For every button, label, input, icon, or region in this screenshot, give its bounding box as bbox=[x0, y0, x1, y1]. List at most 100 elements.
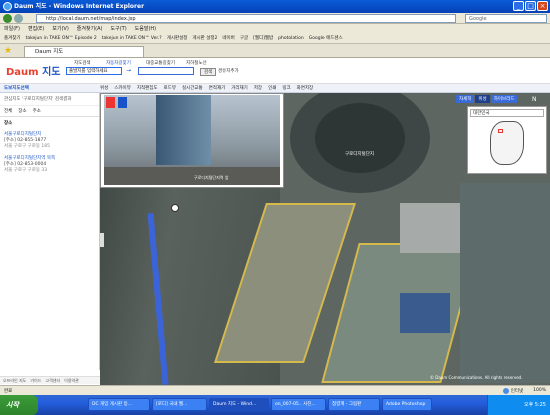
clock[interactable]: 오후 5:25 bbox=[524, 402, 546, 408]
map-tool[interactable]: 인쇄 bbox=[268, 85, 276, 91]
status-zone: 인터넷 bbox=[510, 388, 524, 394]
task-button[interactable]: [로디] 국내 웹... bbox=[152, 398, 207, 411]
skyview-icon[interactable] bbox=[118, 97, 127, 108]
task-button[interactable]: on_007-05.. 사진... bbox=[271, 398, 326, 411]
origin-input[interactable]: 출발지를 입력하세요 bbox=[66, 67, 122, 75]
url-field[interactable]: http://local.daum.net/map/index.jsp bbox=[36, 14, 456, 23]
favorites-star-icon[interactable]: ★ bbox=[4, 46, 12, 56]
fav-item[interactable]: 게시판 설정2 bbox=[192, 35, 217, 41]
street-view-photo[interactable]: 구로디지털단지역 앞 bbox=[104, 95, 280, 185]
zoom-level[interactable]: 100% bbox=[533, 388, 546, 393]
place-label[interactable]: 구로디지털단지 bbox=[345, 151, 374, 157]
task-button[interactable]: 점령계 - 그림판 bbox=[328, 398, 380, 411]
footer-link[interactable]: 이용약관 bbox=[64, 378, 79, 384]
maximize-button[interactable]: □ bbox=[525, 1, 536, 11]
map-type-hybrid[interactable]: 하이브리드 bbox=[490, 95, 518, 103]
section-heading: 장소 bbox=[0, 116, 99, 129]
minimap[interactable]: 대한민국 bbox=[467, 106, 547, 174]
minimize-button[interactable]: _ bbox=[513, 1, 524, 11]
fav-item[interactable]: Google 애드센스 bbox=[309, 35, 343, 41]
daum-logo[interactable]: Daum 지도 bbox=[6, 63, 60, 78]
task-button[interactable]: Daum 지도 - Wind... bbox=[209, 398, 269, 411]
map-tool[interactable]: 실시간교통 bbox=[182, 85, 203, 91]
footer-link[interactable]: 오프라인 지도 bbox=[3, 378, 26, 384]
list-item[interactable]: 서울구로디지털단지 [주소] 02-855-1877 서울 구로구 구로동 18… bbox=[0, 129, 99, 151]
fav-item[interactable]: 게시판설정 bbox=[167, 35, 188, 41]
fav-item[interactable]: 구글 bbox=[240, 35, 248, 41]
fav-item[interactable]: takejun in TAKE ON™ Ver.? bbox=[102, 36, 162, 41]
search-button[interactable]: 검색 bbox=[200, 68, 217, 76]
forward-icon[interactable] bbox=[14, 14, 23, 23]
roadview-icon[interactable] bbox=[106, 97, 115, 108]
footer-link[interactable]: 고객센터 bbox=[45, 378, 60, 384]
filter-place[interactable]: 장소 bbox=[18, 108, 26, 114]
map-type-detail[interactable]: 자세히 bbox=[456, 95, 475, 103]
window-title: Daum 지도 - Windows Internet Explorer bbox=[14, 3, 145, 10]
menu-file[interactable]: 파일(F) bbox=[4, 25, 20, 32]
browser-search-input[interactable]: Google bbox=[465, 14, 547, 23]
building-roof bbox=[315, 103, 405, 173]
map-tool[interactable]: 저장 bbox=[254, 85, 262, 91]
menu-help[interactable]: 도움말(H) bbox=[135, 25, 156, 32]
status-text: 완료 bbox=[4, 388, 13, 394]
korea-map-shape bbox=[490, 121, 524, 165]
tab-daum-map[interactable]: Daum 지도 bbox=[24, 46, 144, 57]
minimap-viewport bbox=[498, 129, 503, 133]
map-copyright: © Daum Communications. All rights reserv… bbox=[430, 375, 523, 380]
filter-all[interactable]: 전체 bbox=[4, 108, 12, 114]
tower-building bbox=[156, 95, 211, 165]
menu-edit[interactable]: 편집(E) bbox=[28, 25, 44, 32]
list-item[interactable]: 서울구로디지털단지역 북쪽 [주소] 02-853-0004 서울 구로구 구로… bbox=[0, 153, 99, 175]
tab-map-search[interactable]: 지도검색 bbox=[74, 60, 91, 66]
globe-icon bbox=[502, 387, 509, 394]
window-titlebar: Daum 지도 - Windows Internet Explorer bbox=[0, 0, 550, 13]
destination-input[interactable] bbox=[138, 67, 194, 75]
map-tool[interactable]: 거리재기 bbox=[231, 85, 248, 91]
logo-map: 지도 bbox=[42, 67, 61, 78]
map-tool[interactable]: 지적편집도 bbox=[137, 85, 158, 91]
street-view-pin[interactable] bbox=[171, 204, 179, 212]
map-tool[interactable]: 면적재기 bbox=[209, 85, 226, 91]
street-view-label: 구로디지털단지역 앞 bbox=[194, 175, 229, 180]
tab-subway[interactable]: 지하철노선 bbox=[186, 60, 207, 66]
back-icon[interactable] bbox=[3, 14, 12, 23]
start-button[interactable]: 시작 bbox=[0, 395, 38, 415]
result-sub: 서울 구로구 구로동 33 bbox=[4, 168, 48, 173]
menu-bar: 파일(F) 편집(E) 보기(V) 즐겨찾기(A) 도구(T) 도움말(H) bbox=[0, 24, 550, 33]
favorites-bar: 즐겨찾기 takejun in TAKE ON™ Episode 2 takej… bbox=[0, 33, 550, 44]
arrow-icon: → bbox=[126, 67, 132, 74]
fav-item[interactable]: [웹디]웹밥 bbox=[253, 35, 273, 41]
menu-tools[interactable]: 도구(T) bbox=[111, 25, 127, 32]
ie-icon bbox=[3, 2, 12, 11]
map-tool[interactable]: 링크 bbox=[282, 85, 290, 91]
system-tray: 오후 5:25 bbox=[487, 395, 550, 415]
map-tool[interactable]: 화면저장 bbox=[297, 85, 314, 91]
map-tool[interactable]: 위성 bbox=[100, 85, 108, 91]
road-surface bbox=[104, 167, 280, 185]
fav-item[interactable]: takejun in TAKE ON™ Episode 2 bbox=[26, 36, 97, 41]
sidebar-footer: 오프라인 지도 가이드 고객센터 이용약관 bbox=[0, 376, 100, 384]
filter-address[interactable]: 주소 bbox=[33, 108, 41, 114]
taskbar-items: DC 게임 게시판 등... [로디] 국내 웹... Daum 지도 - Wi… bbox=[88, 398, 432, 411]
minimap-select[interactable]: 대한민국 bbox=[470, 109, 544, 117]
pan-left-handle[interactable] bbox=[100, 233, 104, 247]
fav-item[interactable]: 네이버 bbox=[222, 35, 234, 41]
results-sidebar: 관심지도 '구로디지털단지' 검색결과 전체 장소 주소 장소 서울구로디지털단… bbox=[0, 93, 100, 370]
tab-bar: ★ Daum 지도 bbox=[0, 44, 550, 58]
close-button[interactable]: × bbox=[537, 1, 548, 11]
menu-favorites[interactable]: 즐겨찾기(A) bbox=[77, 25, 103, 32]
menu-view[interactable]: 보기(V) bbox=[52, 25, 69, 32]
tab-route[interactable]: 자동차길찾기 bbox=[106, 60, 131, 66]
task-button[interactable]: Adobe Photoshop bbox=[382, 398, 432, 411]
filter-row: 전체 장소 주소 bbox=[0, 106, 99, 116]
footer-link[interactable]: 가이드 bbox=[30, 378, 41, 384]
fav-item[interactable]: photolation bbox=[278, 36, 304, 41]
map-type-satellite[interactable]: 위성 bbox=[475, 95, 490, 103]
map-tool[interactable]: 로드뷰 bbox=[164, 85, 176, 91]
map-toolbar: 도보지도선택 위성 스카이뷰 지적편집도 로드뷰 실시간교통 면적재기 거리재기… bbox=[0, 84, 550, 93]
task-button[interactable]: DC 게임 게시판 등... bbox=[88, 398, 150, 411]
tab-transit[interactable]: 대중교통길찾기 bbox=[146, 60, 175, 66]
fav-item[interactable]: 즐겨찾기 bbox=[4, 35, 21, 41]
waypoint-checkbox-label[interactable]: 경유지추가 bbox=[218, 68, 239, 74]
map-tool[interactable]: 스카이뷰 bbox=[114, 85, 131, 91]
